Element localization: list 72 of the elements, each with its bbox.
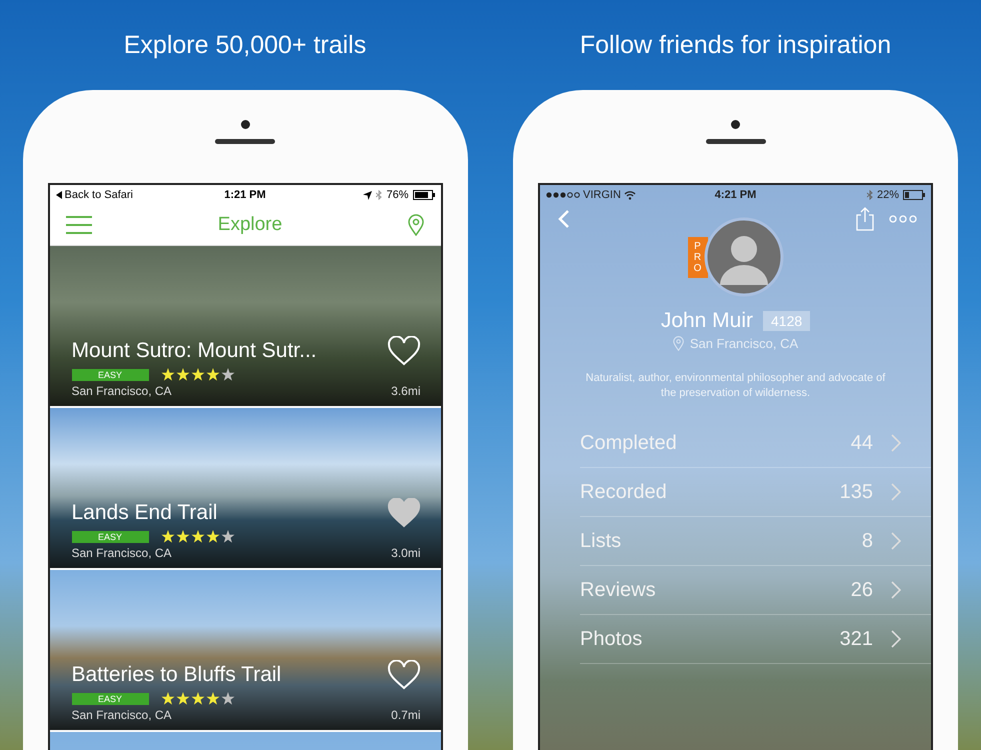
trail-distance: 3.0mi xyxy=(391,546,420,560)
status-time: 1:21 PM xyxy=(224,189,266,201)
trail-name: Mount Sutro: Mount Sutr... xyxy=(72,339,317,363)
chevron-icon xyxy=(891,630,901,648)
trail-location: San Francisco, CA xyxy=(72,546,172,560)
star-icon xyxy=(206,692,220,705)
trail-card[interactable]: Mount Sutro: Mount Sutr... EASY San Francisco, CA 3.6mi xyxy=(50,246,440,406)
menu-icon[interactable] xyxy=(66,216,92,234)
chevron-icon xyxy=(891,532,901,550)
battery-percent: 22% xyxy=(876,189,899,201)
trail-location: San Francisco, CA xyxy=(72,708,172,722)
panel-caption: Explore 50,000+ trails xyxy=(124,30,366,60)
trail-card[interactable]: Lands End Trail EASY San Francisco, CA 3.0mi xyxy=(50,408,440,568)
chevron-icon xyxy=(891,483,901,501)
difficulty-badge: EASY xyxy=(72,530,148,542)
star-icon xyxy=(190,692,204,705)
back-icon[interactable] xyxy=(558,209,570,229)
stat-row[interactable]: Recorded 135 xyxy=(580,468,931,517)
star-icon xyxy=(190,368,204,381)
signal-icon xyxy=(546,192,580,198)
trail-distance: 3.6mi xyxy=(391,384,420,398)
back-arrow-icon xyxy=(56,191,62,199)
bluetooth-icon xyxy=(866,190,873,200)
map-pin-icon[interactable] xyxy=(408,214,424,236)
trail-card[interactable]: Batteries to Bluffs Trail EASY San Francisco, CA 0.7mi xyxy=(50,570,440,730)
star-icon xyxy=(206,368,220,381)
star-icon xyxy=(160,368,174,381)
difficulty-badge: EASY xyxy=(72,368,148,380)
battery-icon xyxy=(903,190,925,200)
share-icon[interactable] xyxy=(855,207,875,231)
camera-icon xyxy=(240,120,250,128)
profile-location: San Francisco, CA xyxy=(690,336,798,351)
trail-location: San Francisco, CA xyxy=(72,384,172,398)
star-icon xyxy=(176,368,190,381)
star-icon xyxy=(160,530,174,543)
score-badge: 4128 xyxy=(763,311,810,331)
speaker-icon xyxy=(706,138,766,144)
star-icon xyxy=(220,368,234,381)
stat-row[interactable]: Photos 321 xyxy=(580,615,931,664)
star-icon xyxy=(220,530,234,543)
bluetooth-icon xyxy=(376,190,382,200)
back-link[interactable]: Back to Safari xyxy=(64,189,133,201)
trail-distance: 0.7mi xyxy=(391,708,420,722)
wifi-icon xyxy=(624,190,636,200)
location-arrow-icon xyxy=(363,190,372,200)
screen-title: Explore xyxy=(218,214,282,236)
chevron-icon xyxy=(891,581,901,599)
profile-bio: Naturalist, author, environmental philosopher and advocate of the preservation of wilderness. xyxy=(585,371,886,401)
difficulty-badge: EASY xyxy=(72,692,148,704)
star-icon xyxy=(220,692,234,705)
carrier-name: VIRGIN xyxy=(583,189,621,201)
camera-icon xyxy=(731,120,740,128)
map-pin-icon xyxy=(672,336,684,351)
panel-caption: Follow friends for inspiration xyxy=(580,30,892,60)
trail-name: Lands End Trail xyxy=(72,501,218,525)
battery-icon xyxy=(412,190,434,200)
star-icon xyxy=(176,692,190,705)
star-icon xyxy=(176,530,190,543)
chevron-icon xyxy=(891,434,901,452)
stat-row[interactable]: Completed 44 xyxy=(580,419,931,468)
more-icon[interactable] xyxy=(889,215,917,223)
stat-row[interactable]: Reviews 26 xyxy=(580,566,931,615)
star-icon xyxy=(206,530,220,543)
trail-name: Batteries to Bluffs Trail xyxy=(72,663,282,687)
status-time: 4:21 PM xyxy=(714,189,756,201)
profile-name: John Muir xyxy=(660,309,754,333)
star-icon xyxy=(190,530,204,543)
speaker-icon xyxy=(215,138,275,144)
star-icon xyxy=(160,692,174,705)
stat-row[interactable]: Lists 8 xyxy=(580,517,931,566)
battery-percent: 76% xyxy=(386,189,408,201)
heart-icon[interactable] xyxy=(386,498,420,528)
